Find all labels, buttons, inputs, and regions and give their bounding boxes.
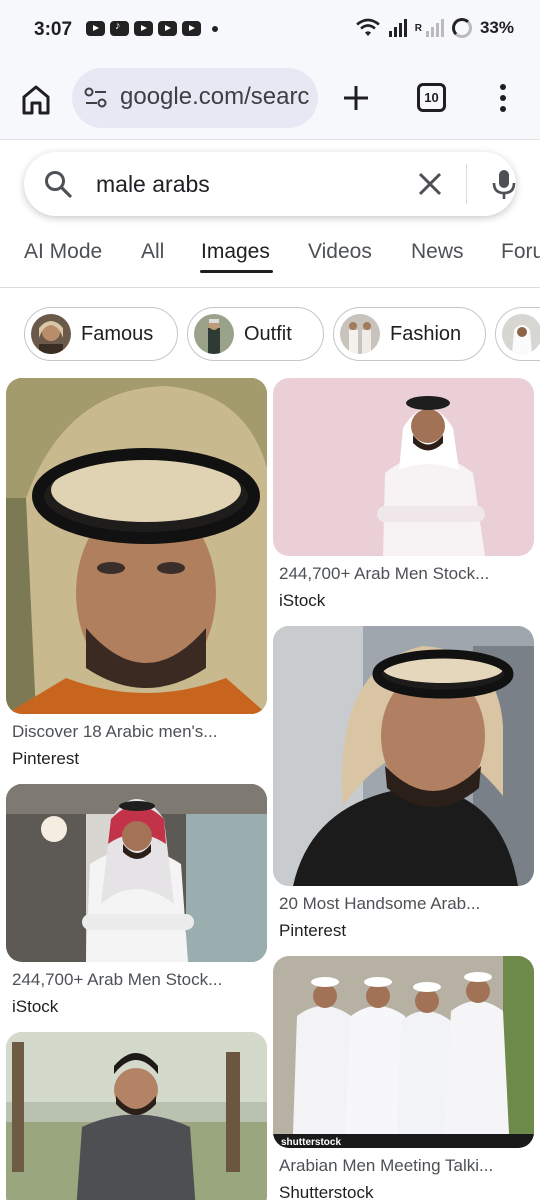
tab-news[interactable]: News	[411, 240, 464, 264]
youtube-icon	[86, 21, 105, 36]
image-result[interactable]: 244,700+ Arab Men Stock... iStock	[6, 784, 267, 1024]
result-title[interactable]: 20 Most Handsome Arab...	[279, 894, 480, 914]
address-bar[interactable]: google.com/search	[72, 68, 318, 128]
clear-icon[interactable]	[416, 170, 444, 198]
chip-label: Fashion	[390, 323, 462, 345]
tiktok-icon	[110, 20, 129, 36]
watermark-text: shutterstock	[281, 1137, 341, 1148]
chip-thumbnail	[340, 314, 380, 354]
home-icon[interactable]	[16, 80, 56, 120]
search-box[interactable]: male arabs	[24, 152, 516, 216]
chip-thumbnail	[194, 314, 234, 354]
tab-videos[interactable]: Videos	[308, 240, 372, 264]
site-settings-icon[interactable]	[84, 87, 108, 109]
chip-thumbnail	[31, 314, 71, 354]
image-result[interactable]: 20 Most Handsome Arab... Pinterest	[273, 626, 534, 946]
new-tab-icon[interactable]	[340, 82, 372, 114]
chip-thumbnail	[502, 314, 540, 354]
wifi-icon	[355, 18, 380, 36]
result-title[interactable]: 244,700+ Arab Men Stock...	[12, 970, 222, 990]
youtube-icon	[134, 21, 153, 36]
search-divider	[466, 164, 467, 204]
chip-label: Outfit	[244, 323, 292, 345]
tab-forums[interactable]: Forums	[501, 240, 540, 264]
tab-switcher-button[interactable]: 10	[417, 83, 446, 112]
url-text: google.com/search	[120, 83, 310, 110]
battery-icon	[451, 18, 472, 38]
result-thumbnail[interactable]	[273, 626, 534, 886]
youtube-icon	[158, 21, 177, 36]
tab-images[interactable]: Images	[201, 240, 270, 264]
battery-percent: 33%	[479, 18, 514, 37]
result-source[interactable]: Pinterest	[279, 921, 346, 941]
active-tab-indicator	[200, 270, 273, 273]
microphone-icon[interactable]	[490, 168, 518, 200]
notification-icons	[86, 20, 218, 36]
image-result[interactable]	[6, 1032, 267, 1200]
youtube-icon	[182, 21, 201, 36]
image-result[interactable]: shutterstock Arabian Men Meeting Talki..…	[273, 956, 534, 1200]
search-type-tabs: AI Mode All Images Videos News Forums	[0, 226, 540, 288]
filter-chips: Famous Outfit Fashion	[0, 304, 540, 364]
more-notifications-dot	[212, 25, 218, 32]
result-thumbnail[interactable]	[6, 1032, 267, 1200]
tab-ai-mode[interactable]: AI Mode	[24, 240, 102, 264]
roaming-indicator: R	[414, 22, 422, 34]
chip-fashion[interactable]: Fashion	[333, 307, 486, 361]
image-result[interactable]: 244,700+ Arab Men Stock... iStock	[273, 378, 534, 618]
chip-more[interactable]	[495, 307, 540, 361]
tab-all[interactable]: All	[141, 240, 164, 264]
more-options-icon[interactable]	[496, 82, 510, 114]
signal-strength-sim2-icon	[425, 19, 444, 37]
result-thumbnail[interactable]	[6, 378, 267, 714]
chip-label: Famous	[81, 323, 154, 345]
result-source[interactable]: Shutterstock	[279, 1183, 374, 1200]
status-bar: 3:07 R 33%	[0, 0, 540, 62]
result-thumbnail[interactable]: shutterstock	[273, 956, 534, 1148]
result-title[interactable]: Arabian Men Meeting Talki...	[279, 1156, 493, 1176]
image-result[interactable]: Discover 18 Arabic men's... Pinterest	[6, 378, 267, 778]
signal-strength-icon	[388, 19, 407, 37]
result-source[interactable]: Pinterest	[12, 749, 79, 769]
result-source[interactable]: iStock	[12, 997, 58, 1017]
status-time: 3:07	[34, 19, 73, 40]
result-source[interactable]: iStock	[279, 591, 325, 611]
result-thumbnail[interactable]	[6, 784, 267, 962]
result-title[interactable]: 244,700+ Arab Men Stock...	[279, 564, 489, 584]
status-indicators: R 33%	[355, 18, 514, 38]
search-icon	[45, 171, 72, 198]
chip-famous[interactable]: Famous	[24, 307, 178, 361]
result-thumbnail[interactable]	[273, 378, 534, 556]
result-title[interactable]: Discover 18 Arabic men's...	[12, 722, 217, 742]
search-input[interactable]: male arabs	[96, 171, 210, 198]
chip-outfit[interactable]: Outfit	[187, 307, 324, 361]
browser-toolbar: google.com/search 10	[0, 62, 540, 140]
